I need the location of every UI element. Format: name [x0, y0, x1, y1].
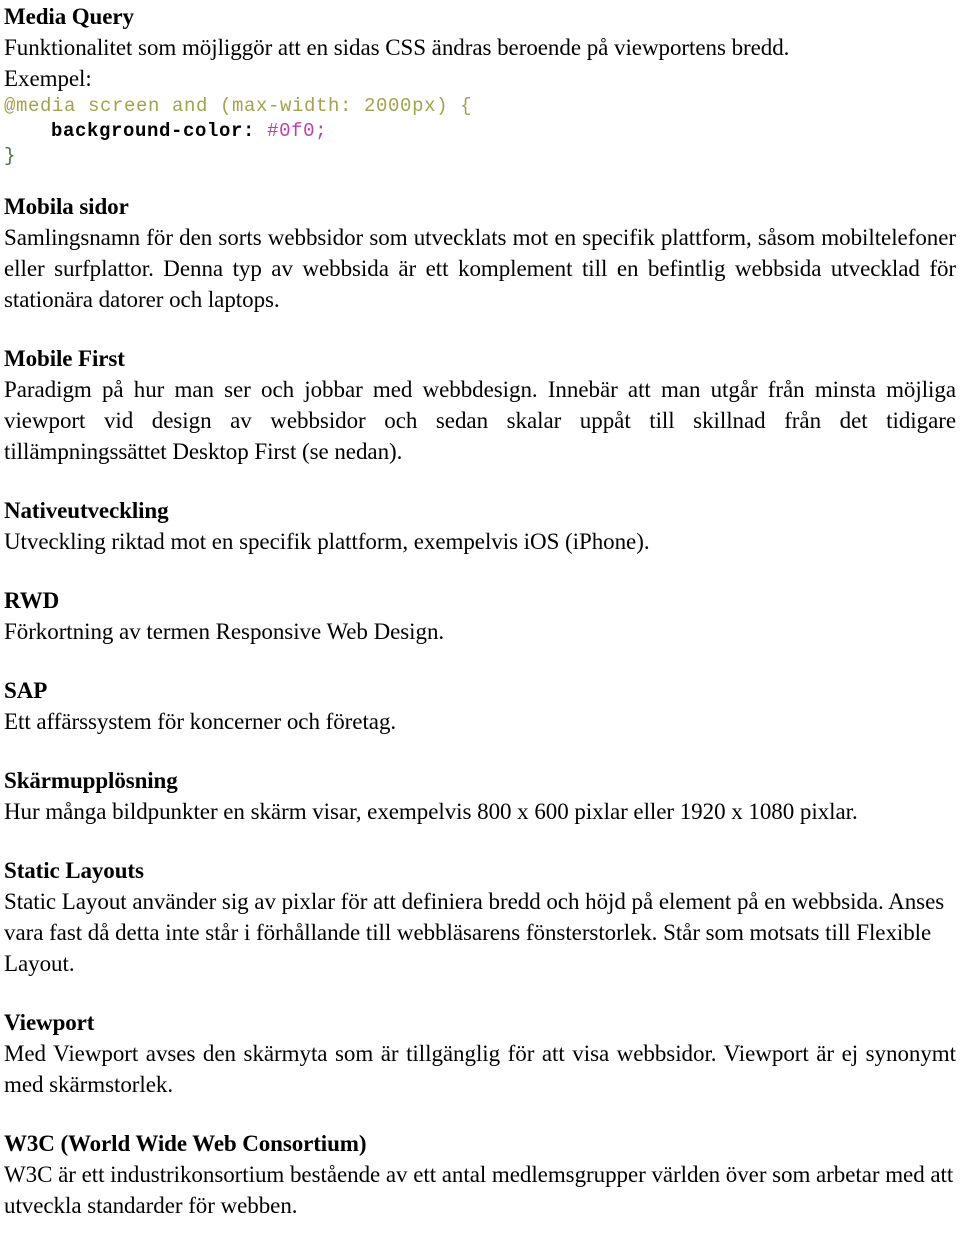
section-paragraph: Med Viewport avses den skärmyta som är t…: [4, 1041, 956, 1097]
section-static-layouts: Static Layouts Static Layout använder si…: [4, 856, 956, 979]
section-paragraph: Paradigm på hur man ser och jobbar med w…: [4, 377, 956, 464]
section-mobile-first: Mobile First Paradigm på hur man ser och…: [4, 344, 956, 467]
section-nativeutveckling: Nativeutveckling Utveckling riktad mot e…: [4, 496, 956, 557]
section-skarmupplosning: Skärmupplösning Hur många bildpunkter en…: [4, 766, 956, 827]
section-heading: Nativeutveckling: [4, 498, 169, 523]
example-label: Exempel:: [4, 66, 92, 91]
section-sap: SAP Ett affärssystem för koncerner och f…: [4, 676, 956, 737]
section-media-query: Media Query Funktionalitet som möjliggör…: [4, 2, 956, 169]
section-paragraph: Utveckling riktad mot en specifik plattf…: [4, 529, 650, 554]
section-paragraph: Förkortning av termen Responsive Web Des…: [4, 619, 445, 644]
section-heading: Skärmupplösning: [4, 768, 178, 793]
section-w3c: W3C (World Wide Web Consortium) W3C är e…: [4, 1129, 956, 1221]
section-heading: Viewport: [4, 1010, 95, 1035]
section-paragraph: Funktionalitet som möjliggör att en sida…: [4, 35, 790, 60]
code-colon: :: [243, 120, 256, 142]
section-viewport: Viewport Med Viewport avses den skärmyta…: [4, 1008, 956, 1100]
section-paragraph: Ett affärssystem för koncerner och föret…: [4, 709, 397, 734]
section-heading: Media Query: [4, 4, 134, 29]
section-heading: Mobila sidor: [4, 194, 129, 219]
section-heading: W3C (World Wide Web Consortium): [4, 1131, 367, 1156]
code-line-selector: @media screen and (max-width: 2000px) {: [4, 95, 473, 117]
section-heading: RWD: [4, 588, 60, 613]
section-heading: SAP: [4, 678, 48, 703]
section-heading: Static Layouts: [4, 858, 144, 883]
section-paragraph: Hur många bildpunkter en skärm visar, ex…: [4, 799, 858, 824]
section-rwd: RWD Förkortning av termen Responsive Web…: [4, 586, 956, 647]
code-closing-brace: }: [4, 145, 17, 167]
code-value: #0f0;: [267, 120, 328, 142]
section-paragraph: W3C är ett industrikonsortium bestående …: [4, 1162, 954, 1218]
section-paragraph: Static Layout använder sig av pixlar för…: [4, 889, 945, 976]
section-paragraph: Samlingsnamn för den sorts webbsidor som…: [4, 225, 956, 312]
section-mobila-sidor: Mobila sidor Samlingsnamn för den sorts …: [4, 192, 956, 315]
code-property: background-color: [51, 120, 244, 142]
css-code-block: @media screen and (max-width: 2000px) { b…: [4, 94, 956, 169]
document-page: Media Query Funktionalitet som möjliggör…: [0, 0, 960, 1234]
section-heading: Mobile First: [4, 346, 125, 371]
